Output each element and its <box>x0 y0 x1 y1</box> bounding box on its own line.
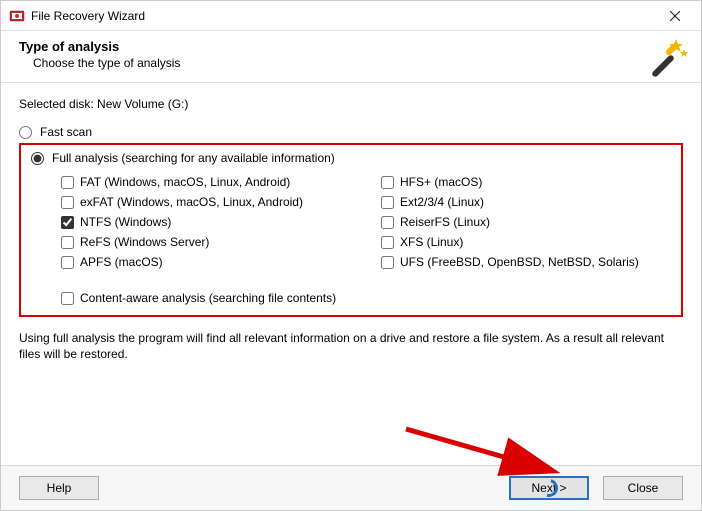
wizard-footer: Help Next > Close <box>1 465 701 510</box>
checkbox-refs[interactable]: ReFS (Windows Server) <box>61 235 351 249</box>
titlebar: File Recovery Wizard <box>1 1 701 31</box>
app-icon <box>9 8 25 24</box>
annotation-circle-icon <box>537 476 562 501</box>
checkbox-exfat[interactable]: exFAT (Windows, macOS, Linux, Android) <box>61 195 351 209</box>
window-title: File Recovery Wizard <box>31 9 145 23</box>
checkbox-ntfs[interactable]: NTFS (Windows) <box>61 215 351 229</box>
radio-full-analysis-input[interactable] <box>31 152 44 165</box>
file-recovery-wizard-window: File Recovery Wizard Type of analysis Ch… <box>0 0 702 511</box>
radio-full-analysis[interactable]: Full analysis (searching for any availab… <box>31 151 671 165</box>
checkbox-reiserfs[interactable]: ReiserFS (Linux) <box>381 215 671 229</box>
checkbox-content-aware[interactable]: Content-aware analysis (searching file c… <box>61 291 671 305</box>
next-button[interactable]: Next > <box>509 476 589 500</box>
help-button[interactable]: Help <box>19 476 99 500</box>
checkbox-xfs[interactable]: XFS (Linux) <box>381 235 671 249</box>
checkbox-hfsplus[interactable]: HFS+ (macOS) <box>381 175 671 189</box>
close-button[interactable]: Close <box>603 476 683 500</box>
full-analysis-highlight-box: Full analysis (searching for any availab… <box>19 143 683 317</box>
checkbox-ext[interactable]: Ext2/3/4 (Linux) <box>381 195 671 209</box>
analysis-description: Using full analysis the program will fin… <box>19 331 683 362</box>
filesystem-grid: FAT (Windows, macOS, Linux, Android) HFS… <box>61 175 671 269</box>
page-subtitle: Choose the type of analysis <box>33 56 683 70</box>
checkbox-ufs[interactable]: UFS (FreeBSD, OpenBSD, NetBSD, Solaris) <box>381 255 671 269</box>
radio-fast-scan-label: Fast scan <box>40 125 92 139</box>
checkbox-fat[interactable]: FAT (Windows, macOS, Linux, Android) <box>61 175 351 189</box>
window-close-button[interactable] <box>655 2 695 30</box>
selected-disk-label: Selected disk: New Volume (G:) <box>19 97 683 111</box>
radio-fast-scan-input[interactable] <box>19 126 32 139</box>
wizard-body: Selected disk: New Volume (G:) Fast scan… <box>1 83 701 362</box>
radio-full-analysis-label: Full analysis (searching for any availab… <box>52 151 335 165</box>
close-icon <box>670 11 680 21</box>
checkbox-apfs[interactable]: APFS (macOS) <box>61 255 351 269</box>
wizard-header: Type of analysis Choose the type of anal… <box>1 31 701 83</box>
radio-fast-scan[interactable]: Fast scan <box>19 125 683 139</box>
wizard-wand-icon <box>645 35 689 79</box>
page-title: Type of analysis <box>19 39 683 54</box>
